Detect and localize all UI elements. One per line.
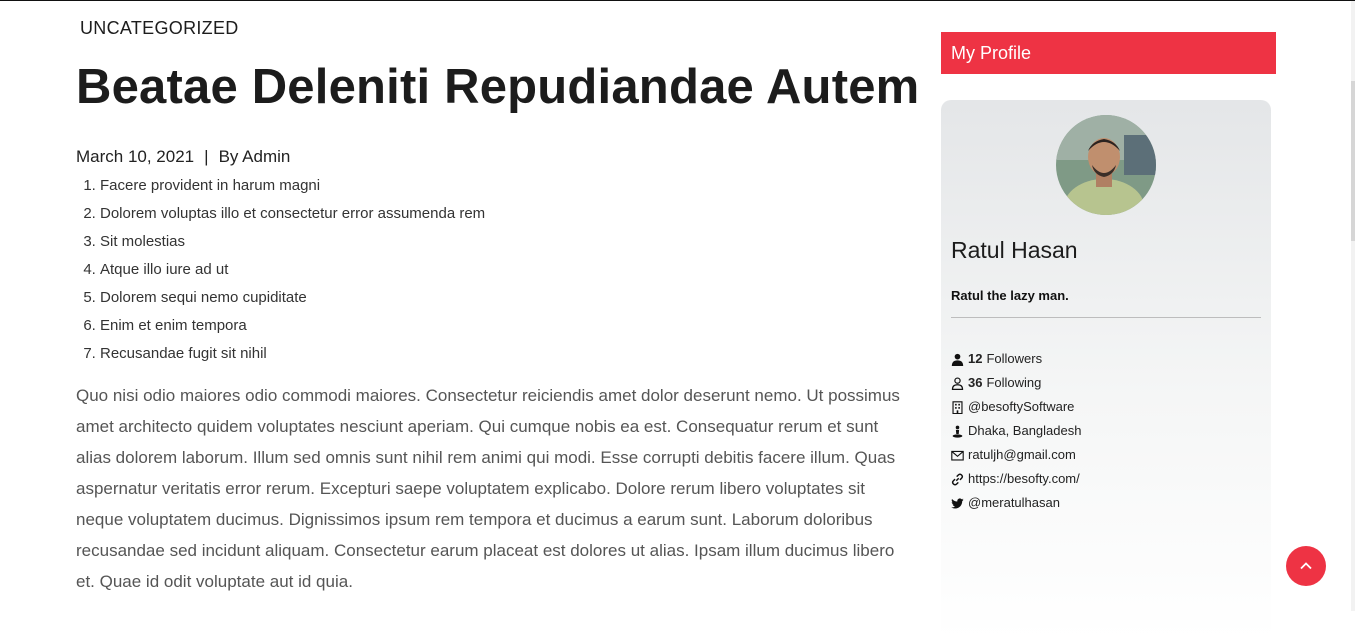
- list-item: Facere provident in harum magni: [100, 172, 485, 200]
- twitter-icon: [951, 497, 964, 509]
- profile-card: Ratul Hasan Ratul the lazy man. 12 Follow…: [941, 100, 1271, 640]
- email-text: ratuljh@gmail.com: [968, 447, 1076, 462]
- profile-location: Dhaka, Bangladesh: [951, 419, 1081, 443]
- location-text: Dhaka, Bangladesh: [968, 423, 1082, 438]
- scrollbar-thumb[interactable]: [1351, 81, 1355, 241]
- profile-website[interactable]: https://besofty.com/: [951, 467, 1081, 491]
- chevron-up-icon: [1300, 562, 1312, 570]
- list-item: Dolorem sequi nemo cupiditate: [100, 284, 485, 312]
- user-outline-icon: [951, 376, 964, 390]
- meta-separator: |: [204, 147, 209, 166]
- twitter-handle: @meratulhasan: [968, 495, 1060, 510]
- profile-twitter[interactable]: @meratulhasan: [951, 491, 1081, 515]
- divider: [951, 317, 1261, 318]
- avatar: [1056, 115, 1156, 215]
- sidebar-widget-heading: My Profile: [941, 32, 1276, 74]
- following-count: 36: [968, 375, 983, 390]
- link-icon: [951, 472, 964, 486]
- page-scrollbar[interactable]: [1351, 1, 1355, 611]
- profile-following[interactable]: 36 Following: [951, 371, 1081, 395]
- profile-company: @besoftySoftware: [951, 395, 1081, 419]
- post-author[interactable]: By Admin: [219, 147, 291, 166]
- user-solid-icon: [951, 353, 964, 366]
- post-body-paragraph: Quo nisi odio maiores odio commodi maior…: [76, 386, 900, 591]
- profile-email[interactable]: ratuljh@gmail.com: [951, 443, 1081, 467]
- profile-name: Ratul Hasan: [951, 237, 1078, 263]
- post-title: Beatae Deleniti Repudiandae Autem: [76, 60, 920, 114]
- location-pin-icon: [952, 425, 963, 438]
- website-link[interactable]: https://besofty.com/: [968, 467, 1080, 491]
- scroll-to-top-button[interactable]: [1286, 546, 1326, 586]
- following-label: Following: [986, 375, 1042, 390]
- profile-details: 12 Followers 36 Following @besoftySoftware…: [951, 347, 1081, 515]
- post-category-link[interactable]: UNCATEGORIZED: [80, 18, 239, 39]
- list-item: Dolorem voluptas illo et consectetur err…: [100, 200, 485, 228]
- followers-label: Followers: [986, 351, 1043, 366]
- followers-count: 12: [968, 351, 983, 366]
- company-handle: @besoftySoftware: [968, 399, 1075, 414]
- list-item: Sit molestias: [100, 228, 485, 256]
- list-item: Recusandae fugit sit nihil: [100, 340, 485, 368]
- list-item: Enim et enim tempora: [100, 312, 485, 340]
- list-item: Atque illo iure ad ut: [100, 256, 485, 284]
- envelope-icon: [951, 450, 964, 461]
- post-meta: March 10, 2021 | By Admin: [76, 147, 290, 167]
- profile-tagline: Ratul the lazy man.: [951, 288, 1069, 303]
- post-ordered-list: Facere provident in harum magni Dolorem …: [76, 172, 485, 368]
- post-date: March 10, 2021: [76, 147, 195, 166]
- building-icon: [952, 400, 963, 414]
- profile-followers[interactable]: 12 Followers: [951, 347, 1081, 371]
